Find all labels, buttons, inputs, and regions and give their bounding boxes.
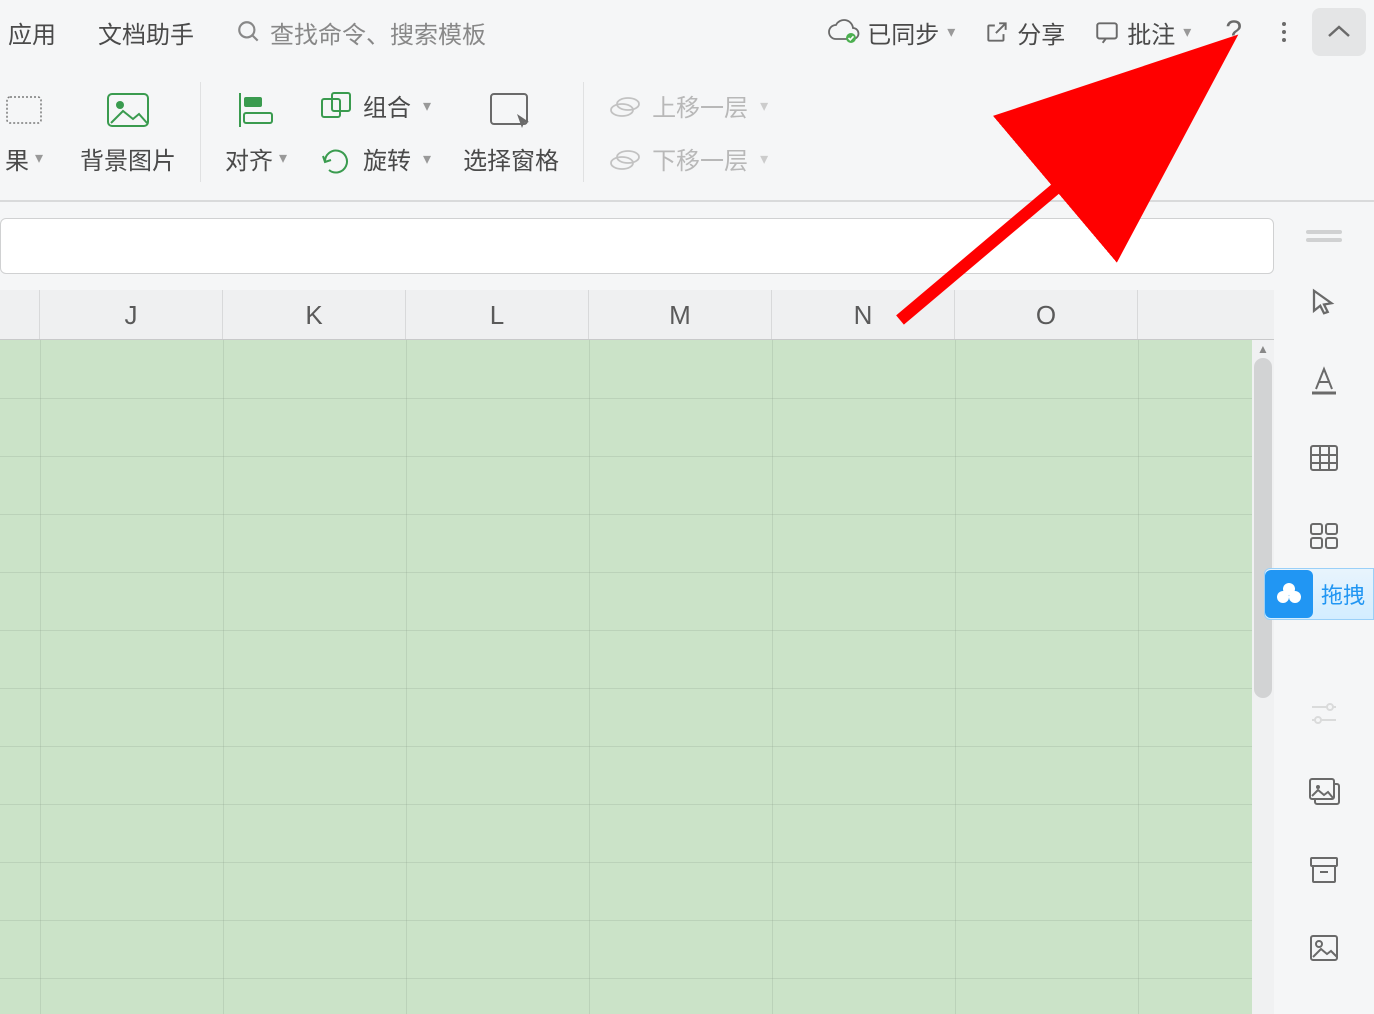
baidu-cloud-icon	[1265, 570, 1313, 618]
sidebar-settings-tool[interactable]	[1306, 696, 1342, 732]
sidebar-select-tool[interactable]	[1306, 284, 1342, 320]
vertical-scrollbar[interactable]: ▲	[1252, 340, 1274, 1014]
rotate-icon	[319, 144, 353, 174]
sidebar-gallery-tool[interactable]	[1306, 774, 1342, 810]
col-header-edge[interactable]	[0, 290, 40, 339]
col-header[interactable]: J	[40, 290, 223, 339]
gallery-icon	[1307, 776, 1341, 808]
sidebar-style-tool[interactable]	[1306, 362, 1342, 398]
table-icon	[1308, 443, 1340, 473]
share-icon	[983, 19, 1011, 45]
cursor-icon	[1309, 286, 1339, 318]
formula-bar[interactable]	[0, 218, 1274, 274]
picture-icon	[1308, 933, 1340, 963]
menu-doc-helper[interactable]: 文档助手	[98, 15, 194, 50]
column-headers: J K L M N O	[0, 290, 1274, 340]
scroll-up-arrow[interactable]: ▲	[1257, 342, 1269, 356]
col-header[interactable]: K	[223, 290, 406, 339]
ribbon-move-up: 上移一层▾	[608, 88, 768, 123]
spreadsheet-grid[interactable]: J K L M N O ▲	[0, 290, 1274, 1014]
align-icon	[236, 91, 276, 129]
sidebar-image-tool[interactable]	[1306, 930, 1342, 966]
ribbon-select-pane[interactable]: 选择窗格	[447, 89, 575, 176]
caret-down-icon: ▾	[1183, 22, 1191, 42]
ribbon-effect[interactable]: 果▾	[0, 89, 64, 176]
group-icon	[319, 91, 353, 121]
search-box[interactable]: 查找命令、搜索模板	[236, 15, 486, 50]
caret-down-icon: ▾	[947, 22, 955, 42]
col-header[interactable]: M	[589, 290, 772, 339]
effect-icon	[5, 95, 43, 125]
sync-status-button[interactable]: 已同步▾	[819, 11, 963, 54]
share-button[interactable]: 分享	[975, 11, 1073, 54]
select-pane-icon	[487, 90, 535, 130]
ribbon-rotate[interactable]: 旋转▾	[319, 141, 431, 176]
image-icon	[105, 91, 151, 129]
search-icon	[236, 19, 262, 45]
ribbon-group[interactable]: 组合▾	[319, 88, 431, 123]
sidebar-apps-tool[interactable]	[1306, 518, 1342, 554]
ribbon-align[interactable]: 对齐▾	[209, 89, 303, 176]
text-style-icon	[1308, 365, 1340, 395]
annotate-button[interactable]: 批注▾	[1085, 11, 1199, 54]
help-button[interactable]: ?	[1211, 15, 1256, 49]
ribbon-move-down: 下移一层▾	[608, 141, 768, 176]
move-up-icon	[608, 92, 642, 120]
ribbon-toolbar: 果▾ 背景图片 对齐▾ 组合▾ 旋转▾ 选择窗格 上移一层▾ 下移一层▾	[0, 64, 1374, 202]
baidu-tag-label: 拖拽	[1321, 578, 1365, 610]
scrollbar-thumb[interactable]	[1254, 358, 1272, 698]
cloud-sync-icon	[827, 19, 861, 45]
chevron-up-icon	[1326, 23, 1352, 41]
top-menu-bar: 应用 文档助手 查找命令、搜索模板 已同步▾ 分享 批注▾ ?	[0, 0, 1374, 64]
col-header[interactable]: L	[406, 290, 589, 339]
sidebar-archive-tool[interactable]	[1306, 852, 1342, 888]
menu-app[interactable]: 应用	[8, 15, 56, 50]
col-header[interactable]: N	[772, 290, 955, 339]
search-placeholder: 查找命令、搜索模板	[270, 15, 486, 50]
annotate-icon	[1093, 19, 1121, 45]
sliders-icon	[1308, 700, 1340, 728]
baidu-drag-tag[interactable]: 拖拽	[1264, 568, 1374, 620]
collapse-ribbon-button[interactable]	[1312, 8, 1366, 56]
col-header[interactable]: O	[955, 290, 1138, 339]
cells-area[interactable]	[0, 340, 1274, 1014]
ribbon-bg-image[interactable]: 背景图片	[64, 89, 192, 176]
archive-icon	[1308, 855, 1340, 885]
apps-icon	[1308, 521, 1340, 551]
more-menu-button[interactable]	[1268, 22, 1300, 42]
move-down-icon	[608, 145, 642, 173]
sidebar-table-tool[interactable]	[1306, 440, 1342, 476]
